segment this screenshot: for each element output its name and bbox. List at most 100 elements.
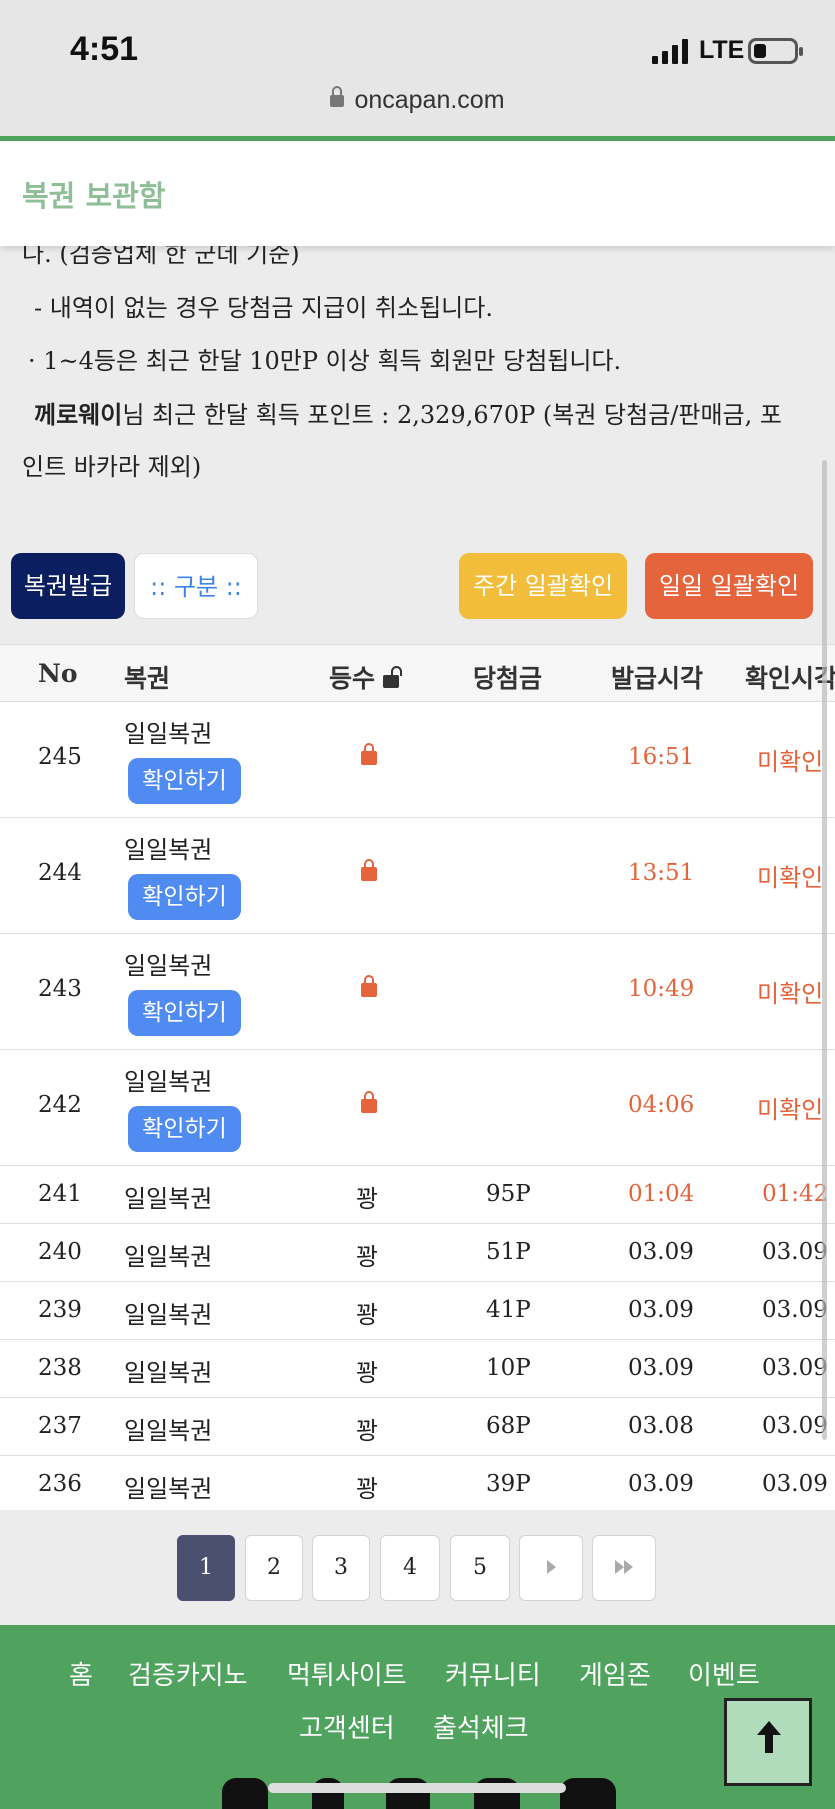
home-indicator bbox=[268, 1783, 566, 1793]
row-prize: 95P bbox=[486, 1181, 531, 1207]
col-prize: 당첨금 bbox=[473, 664, 543, 693]
status-time: 4:51 bbox=[70, 30, 139, 68]
table-row: 244 일일복권확인하기 13:51 미확인 bbox=[0, 818, 835, 934]
next-page-button[interactable] bbox=[519, 1535, 583, 1601]
lock-icon bbox=[361, 975, 377, 997]
row-rank: 꽝 bbox=[356, 1359, 379, 1387]
lock-icon bbox=[330, 86, 345, 107]
page-4-button[interactable]: 4 bbox=[380, 1535, 440, 1601]
row-no: 244 bbox=[38, 860, 82, 886]
footer-link-attendance[interactable]: 출석체크 bbox=[433, 1708, 529, 1745]
row-issued-time: 03.09 bbox=[628, 1297, 694, 1323]
row-rank: 꽝 bbox=[356, 1301, 379, 1329]
network-label: LTE bbox=[699, 36, 745, 64]
unlock-icon[interactable] bbox=[383, 666, 403, 688]
row-no: 240 bbox=[38, 1239, 82, 1265]
notice-line-4: 인트 바카라 제외) bbox=[22, 453, 202, 481]
url-bar[interactable]: oncapan.com bbox=[0, 86, 835, 115]
mail-icon[interactable] bbox=[560, 1778, 616, 1809]
footer-link-events[interactable]: 이벤트 bbox=[688, 1655, 760, 1692]
footer-link-home[interactable]: 홈 bbox=[69, 1655, 93, 1692]
daily-confirm-all-button[interactable]: 일일 일괄확인 bbox=[645, 553, 813, 619]
col-issued: 발급시각 bbox=[611, 664, 704, 693]
confirm-button[interactable]: 확인하기 bbox=[128, 990, 241, 1036]
signal-icon bbox=[652, 38, 688, 64]
twitter-icon[interactable] bbox=[222, 1778, 268, 1809]
row-lottery-name: 일일복권 bbox=[124, 1068, 213, 1096]
col-rank: 등수 bbox=[329, 659, 403, 695]
row-checked-time: 01:42 bbox=[762, 1181, 829, 1207]
table-row: 241 일일복권 꽝 95P 01:04 01:42 bbox=[0, 1166, 835, 1224]
footer-link-community[interactable]: 커뮤니티 bbox=[445, 1655, 541, 1692]
row-lottery-name: 일일복권 bbox=[124, 1243, 213, 1271]
row-checked-time: 03.09 bbox=[762, 1355, 828, 1381]
row-rank: 꽝 bbox=[356, 1243, 379, 1271]
row-no: 245 bbox=[38, 744, 82, 770]
row-checked-time: 03.09 bbox=[762, 1297, 828, 1323]
footer-link-support[interactable]: 고객센터 bbox=[299, 1708, 395, 1745]
row-issued-time: 03.09 bbox=[628, 1239, 694, 1265]
category-select[interactable]: :: 구분 :: bbox=[134, 553, 258, 619]
last-icon-2 bbox=[624, 1560, 633, 1574]
row-no: 241 bbox=[38, 1181, 82, 1207]
last-page-button[interactable] bbox=[592, 1535, 656, 1601]
col-rank-label: 등수 bbox=[329, 664, 376, 693]
lock-icon bbox=[361, 859, 377, 881]
issue-lottery-button[interactable]: 복권발급 bbox=[11, 553, 125, 619]
last-icon bbox=[615, 1560, 624, 1574]
notice-line-2: · 1~4등은 최근 한달 10만P 이상 획득 회원만 당첨됩니다. bbox=[28, 347, 622, 375]
footer-link-casino[interactable]: 검증카지노 bbox=[128, 1655, 248, 1692]
arrow-up-icon bbox=[757, 1721, 781, 1765]
page-3-button[interactable]: 3 bbox=[312, 1535, 370, 1601]
row-issued-time: 01:04 bbox=[628, 1181, 695, 1207]
table-row: 243 일일복권 확인하기 10:49 미확인 bbox=[0, 934, 835, 1050]
row-issued-time: 04:06 bbox=[628, 1092, 695, 1118]
row-no: 236 bbox=[38, 1471, 82, 1497]
lottery-table: No 복권 등수 당첨금 발급시각 확인시각 245 일일복권 확인하기 16:51 미… bbox=[0, 644, 835, 1510]
footer-link-scam-sites[interactable]: 먹튀사이트 bbox=[287, 1655, 407, 1692]
page-5-button[interactable]: 5 bbox=[450, 1535, 510, 1601]
page-header: 복권 보관함 bbox=[0, 141, 835, 246]
notice-line-3: 께로웨이님 최근 한달 획득 포인트 : 2,329,670P (복권 당첨금/… bbox=[22, 388, 812, 442]
notice-points: 님 최근 한달 획득 포인트 : 2,329,670P (복권 당첨금/판매금,… bbox=[122, 401, 782, 429]
table-row: 242 일일복권확인하기 04:06 미확인 bbox=[0, 1050, 835, 1166]
row-no: 238 bbox=[38, 1355, 82, 1381]
status-bar: 4:51 LTE oncapan.com bbox=[0, 0, 835, 138]
confirm-button[interactable]: 확인하기 bbox=[128, 874, 241, 920]
pagination: 1 2 3 4 5 bbox=[0, 1535, 835, 1601]
row-lottery-name: 일일복권 bbox=[124, 836, 213, 864]
col-no: No bbox=[38, 659, 78, 688]
row-lottery-name: 일일복권 bbox=[124, 1185, 213, 1213]
row-lottery-name: 일일복권 bbox=[124, 720, 213, 748]
row-issued-time: 13:51 bbox=[628, 860, 695, 886]
footer-link-gamezone[interactable]: 게임존 bbox=[579, 1655, 651, 1692]
row-lottery-name: 일일복권 bbox=[124, 1475, 213, 1503]
confirm-button[interactable]: 확인하기 bbox=[128, 1106, 241, 1152]
scrollbar[interactable] bbox=[822, 460, 827, 1440]
battery-icon bbox=[748, 38, 803, 64]
row-no: 242 bbox=[38, 1092, 82, 1118]
table-row: 237 일일복권 꽝 68P 03.08 03.09 bbox=[0, 1398, 835, 1456]
row-rank: 꽝 bbox=[356, 1185, 379, 1213]
table-row: 238 일일복권 꽝 10P 03.09 03.09 bbox=[0, 1340, 835, 1398]
weekly-confirm-all-button[interactable]: 주간 일괄확인 bbox=[459, 553, 627, 619]
row-checked-time: 03.09 bbox=[762, 1471, 828, 1497]
row-checked-time: 03.09 bbox=[762, 1413, 828, 1439]
row-prize: 68P bbox=[486, 1413, 531, 1439]
notice-username: 께로웨이 bbox=[34, 400, 123, 429]
page-2-button[interactable]: 2 bbox=[245, 1535, 303, 1601]
row-checked-status: 미확인 bbox=[757, 1096, 824, 1124]
table-row: 245 일일복권 확인하기 16:51 미확인 bbox=[0, 702, 835, 818]
row-issued-time: 03.09 bbox=[628, 1355, 694, 1381]
row-checked-status: 미확인 bbox=[757, 980, 824, 1008]
row-lottery-name: 일일복권 bbox=[124, 1359, 213, 1387]
row-checked-status: 미확인 bbox=[757, 864, 824, 892]
confirm-button[interactable]: 확인하기 bbox=[128, 758, 241, 804]
lock-icon bbox=[361, 1091, 377, 1113]
col-lottery: 복권 bbox=[124, 664, 171, 693]
table-row: 239 일일복권 꽝 41P 03.09 03.09 bbox=[0, 1282, 835, 1340]
scroll-top-button[interactable] bbox=[724, 1698, 812, 1786]
table-header: No 복권 등수 당첨금 발급시각 확인시각 bbox=[0, 645, 835, 702]
page-1-button[interactable]: 1 bbox=[177, 1535, 235, 1601]
url-text: oncapan.com bbox=[354, 86, 505, 114]
